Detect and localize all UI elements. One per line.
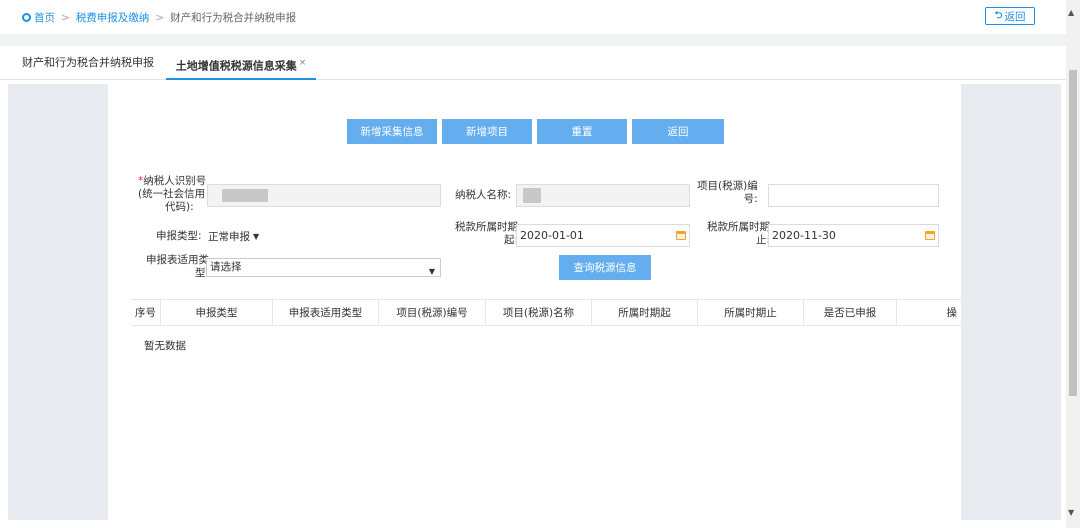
back-button[interactable]: 返回 — [632, 119, 724, 144]
column-header-project-code: 项目(税源)编号 — [379, 300, 486, 326]
declare-type-value: 正常申报 — [208, 231, 250, 243]
period-end-label-line1: 税款所属时期 — [707, 221, 770, 233]
add-project-button[interactable]: 新增项目 — [442, 119, 532, 144]
back-button-top-label: 返回 — [1004, 10, 1026, 23]
breadcrumb-current: 财产和行为税合并纳税申报 — [170, 12, 297, 24]
breadcrumb-home[interactable]: 首页 — [34, 10, 55, 25]
table-empty-message: 暂无数据 — [144, 340, 186, 352]
action-button-row: 新增采集信息 新增项目 重置 返回 — [347, 119, 724, 144]
form-type-label-line1: 申报表适用类 — [146, 254, 209, 266]
project-code-label: 项目(税源)编 号: — [697, 180, 758, 206]
redacted-name-mask — [523, 188, 541, 203]
left-side-panel — [8, 84, 108, 520]
header-divider-strip — [0, 34, 1066, 46]
column-header-period-end: 所属时期止 — [698, 300, 804, 326]
breadcrumb: 首页 > 税费申报及缴纳 > 财产和行为税合并纳税申报 — [22, 10, 296, 25]
project-code-label-line1: 项目(税源)编 — [697, 180, 758, 192]
tab-label: 土地增值税税源信息采集 — [175, 59, 297, 73]
period-end-label: 税款所属时期 止: — [707, 221, 770, 247]
calendar-icon[interactable] — [676, 231, 686, 240]
period-end-value: 2020-11-30 — [772, 229, 836, 242]
tab-land-vat-source-collection[interactable]: 土地增值税税源信息采集 × — [166, 46, 316, 80]
form-type-label-line2: 型: — [194, 267, 209, 279]
column-header-form-type: 申报表适用类型 — [273, 300, 379, 326]
results-table-header: 序号 申报类型 申报表适用类型 项目(税源)编号 项目(税源)名称 所属时期起 … — [131, 299, 961, 326]
column-header-period-start: 所属时期起 — [592, 300, 698, 326]
back-button-top[interactable]: ⮌ 返回 — [985, 7, 1035, 25]
close-icon[interactable]: × — [299, 58, 307, 68]
column-header-declared: 是否已申报 — [804, 300, 897, 326]
project-code-input[interactable] — [768, 184, 939, 207]
period-start-label: 税款所属时期 起: — [455, 221, 518, 247]
period-start-value: 2020-01-01 — [520, 229, 584, 242]
form-type-value: 请选择 — [210, 261, 242, 273]
dropdown-caret-icon: ▼ — [428, 267, 435, 276]
declare-type-label: 申报类型: — [156, 230, 202, 242]
period-start-label-line1: 税款所属时期 — [455, 221, 518, 233]
right-side-panel — [961, 84, 1061, 520]
period-end-input[interactable]: 2020-11-30 — [768, 224, 939, 247]
scroll-down-arrow-icon[interactable]: ▼ — [1068, 508, 1074, 517]
scroll-up-arrow-icon[interactable]: ▲ — [1068, 8, 1074, 17]
form-type-label: 申报表适用类 型: — [146, 254, 209, 280]
taxpayer-id-label: *纳税人识别号 (统一社会信用 代码): — [138, 175, 206, 214]
period-end-label-line2: 止: — [755, 234, 770, 246]
add-collect-info-button[interactable]: 新增采集信息 — [347, 119, 437, 144]
redacted-id-mask — [222, 189, 268, 202]
taxpayer-id-label-line1: 纳税人识别号 — [143, 175, 207, 187]
taxpayer-id-label-line2: (统一社会信用 — [138, 188, 206, 200]
reset-button[interactable]: 重置 — [537, 119, 627, 144]
tab-label: 财产和行为税合并纳税申报 — [22, 56, 154, 69]
project-code-label-line2: 号: — [743, 193, 758, 205]
column-header-operation: 操 — [946, 307, 958, 319]
column-header-declare-type: 申报类型 — [161, 300, 273, 326]
form-type-select[interactable]: 请选择 ▼ — [206, 258, 441, 277]
period-start-input[interactable]: 2020-01-01 — [516, 224, 690, 247]
taxpayer-name-label: 纳税人名称: — [455, 189, 512, 201]
taxpayer-name-field — [516, 184, 690, 207]
period-start-label-line2: 起: — [503, 234, 518, 246]
return-arrow-icon: ⮌ — [994, 9, 1003, 21]
breadcrumb-tax-filing[interactable]: 税费申报及缴纳 — [76, 10, 150, 25]
taxpayer-id-label-line3: 代码): — [165, 201, 194, 213]
calendar-icon[interactable] — [925, 231, 935, 240]
column-header-project-name: 项目(税源)名称 — [486, 300, 592, 326]
tab-combined-tax-filing[interactable]: 财产和行为税合并纳税申报 — [22, 46, 154, 80]
column-header-index: 序号 — [131, 300, 161, 326]
top-bar: 首页 > 税费申报及缴纳 > 财产和行为税合并纳税申报 ⮌ 返回 — [0, 0, 1066, 34]
breadcrumb-separator: > — [61, 11, 70, 24]
query-tax-source-button[interactable]: 查询税源信息 — [559, 255, 651, 280]
breadcrumb-separator: > — [155, 11, 165, 24]
dropdown-caret-icon: ▼ — [253, 232, 260, 241]
declare-type-select[interactable]: 正常申报 ▼ — [208, 229, 259, 244]
taxpayer-id-field — [207, 184, 441, 207]
scrollbar-thumb[interactable] — [1069, 70, 1077, 396]
location-pin-icon — [22, 13, 31, 22]
tab-bar: 财产和行为税合并纳税申报 土地增值税税源信息采集 × — [0, 46, 1066, 80]
